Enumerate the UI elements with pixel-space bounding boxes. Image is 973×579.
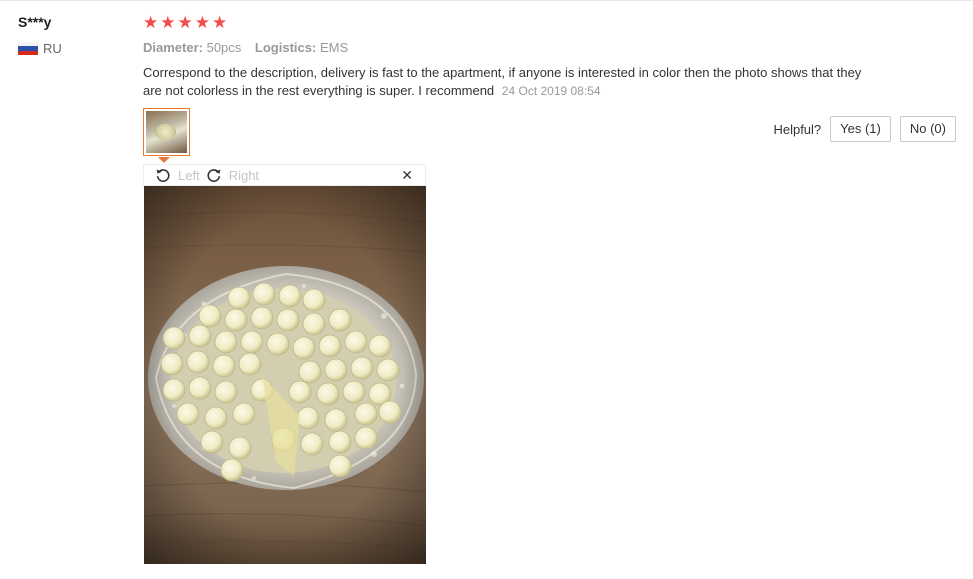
thumbnail-image xyxy=(146,111,187,153)
country-code: RU xyxy=(43,41,62,56)
rotate-left-label: Left xyxy=(178,167,200,183)
helpful-yes-button[interactable]: Yes (1) xyxy=(830,116,891,142)
rotate-right-icon xyxy=(207,169,221,182)
rating-stars: ★ ★ ★ ★ ★ xyxy=(143,13,227,33)
order-attributes: Diameter: 50pcs Logistics: EMS xyxy=(143,40,348,55)
close-icon[interactable]: ✕ xyxy=(401,168,413,182)
review-date: 24 Oct 2019 08:54 xyxy=(501,84,601,98)
russia-flag-icon xyxy=(18,42,38,55)
helpful-no-button[interactable]: No (0) xyxy=(899,116,956,142)
rotate-right-button[interactable]: Right xyxy=(206,167,259,183)
logistics-value: EMS xyxy=(319,40,349,55)
review-photo-large xyxy=(144,186,426,564)
star-icon: ★ xyxy=(194,13,210,32)
photo-viewer-toolbar: Left Right ✕ xyxy=(143,164,426,186)
helpful-label: Helpful? xyxy=(773,121,822,137)
reviewer-country: RU xyxy=(18,41,62,56)
diameter-label: Diameter: xyxy=(143,40,203,55)
thumbnail-active-caret xyxy=(158,157,170,163)
star-icon: ★ xyxy=(160,13,176,32)
rotate-left-button[interactable]: Left xyxy=(155,167,200,183)
logistics-label: Logistics: xyxy=(254,40,317,55)
review-photo-thumbnail[interactable] xyxy=(143,108,190,156)
rotate-left-icon xyxy=(156,169,170,182)
star-icon: ★ xyxy=(177,13,193,32)
top-divider xyxy=(0,0,973,1)
reviewer-name: S***y xyxy=(18,14,52,30)
rotate-right-label: Right xyxy=(228,167,260,183)
star-icon: ★ xyxy=(212,13,228,32)
review-body: Correspond to the description, delivery … xyxy=(143,64,863,100)
diameter-value: 50pcs xyxy=(206,40,242,55)
star-icon: ★ xyxy=(143,13,159,32)
glue-sticks-photo xyxy=(144,186,426,564)
helpful-vote: Helpful? Yes (1) No (0) xyxy=(773,116,956,142)
